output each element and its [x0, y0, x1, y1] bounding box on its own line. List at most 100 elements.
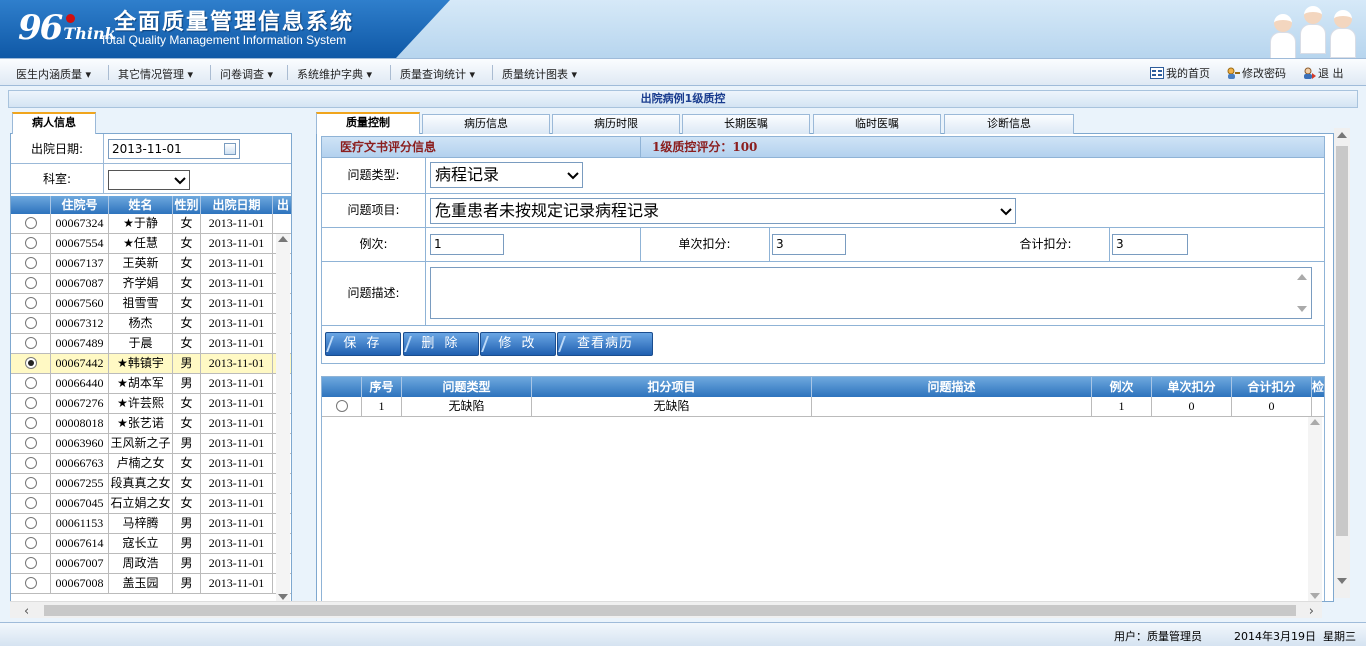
table-row[interactable]: 00067276 ★许芸熙女 2013-11-01 [11, 394, 291, 414]
tab-quality-control[interactable]: 质量控制 [316, 112, 420, 134]
row-radio[interactable] [24, 497, 37, 509]
nurses-illustration-icon [1268, 4, 1360, 62]
total-deduct-input[interactable]: 3 [1112, 234, 1188, 255]
table-row[interactable]: 00066440 ★胡本军男 2013-11-01 [11, 374, 291, 394]
calendar-icon[interactable] [224, 143, 236, 155]
menu-doctor-quality[interactable]: 医生内涵质量 ▾ [16, 66, 91, 82]
tab-record-time-limit[interactable]: 病历时限 [552, 114, 680, 134]
row-radio[interactable] [335, 400, 348, 412]
table-row[interactable]: 00067324 ★于静女 2013-11-01 [11, 214, 291, 234]
count-label: 例次: [322, 228, 426, 261]
view-record-button[interactable]: 查看病历 [557, 332, 653, 356]
horizontal-scrollbar-thumb[interactable] [44, 605, 1296, 616]
table-row[interactable]: 00063960 王风新之子男 2013-11-01 [11, 434, 291, 454]
row-radio[interactable] [24, 417, 37, 429]
row-radio[interactable] [24, 317, 37, 329]
menu-quality-charts[interactable]: 质量统计图表 ▾ [502, 66, 577, 82]
row-radio[interactable] [24, 377, 37, 389]
page-title: 出院病例1级质控 [8, 90, 1358, 108]
col-single-deduct[interactable]: 单次扣分 [1152, 377, 1232, 397]
main-scrollbar[interactable] [1334, 128, 1350, 598]
col-discharge-date[interactable]: 出院日期 [201, 196, 273, 214]
dept-row: 科室: [11, 164, 291, 194]
logout-link[interactable]: 退 出 [1302, 65, 1344, 81]
horizontal-scrollbar[interactable]: ‹ › [10, 601, 1322, 619]
problem-table-scrollbar[interactable] [1308, 417, 1322, 601]
main-scrollbar-thumb[interactable] [1336, 146, 1348, 536]
status-date: 2014年3月19日 星期三 [1234, 630, 1356, 643]
table-row[interactable]: 00067137 王英新女 2013-11-01 [11, 254, 291, 274]
table-row[interactable]: 00067087 齐学娟女 2013-11-01 [11, 274, 291, 294]
section-title: 医疗文书评分信息 [340, 140, 437, 154]
menu-questionnaire[interactable]: 问卷调查 ▾ [220, 66, 273, 82]
description-textarea[interactable] [430, 267, 1312, 319]
count-input[interactable]: 1 [430, 234, 504, 255]
delete-button[interactable]: 删 除 [403, 332, 479, 356]
patient-table-header: 住院号 姓名 性别 出院日期 出 [11, 196, 291, 214]
problem-type-select[interactable]: 病程记录 [430, 162, 583, 188]
row-radio[interactable] [24, 437, 37, 449]
col-total-deduct[interactable]: 合计扣分 [1232, 377, 1312, 397]
col-seq[interactable]: 序号 [362, 377, 402, 397]
row-radio[interactable] [24, 337, 37, 349]
tab-diagnosis-info[interactable]: 诊断信息 [944, 114, 1074, 134]
col-deduct-item[interactable]: 扣分项目 [532, 377, 812, 397]
table-row[interactable]: 00067442 ★韩镇宇男 2013-11-01 [11, 354, 291, 374]
change-password-link[interactable]: 修改密码 [1226, 65, 1286, 81]
home-page-icon [1150, 67, 1164, 79]
table-row[interactable]: 00067560 祖雪雪女 2013-11-01 [11, 294, 291, 314]
table-row[interactable]: 00066763 卢楠之女女 2013-11-01 [11, 454, 291, 474]
table-row[interactable]: 00067007 周政浩男 2013-11-01 [11, 554, 291, 574]
table-row[interactable]: 00061153 马梓腾男 2013-11-01 [11, 514, 291, 534]
menu-quality-query[interactable]: 质量查询统计 ▾ [400, 66, 475, 82]
menu-other-management[interactable]: 其它情况管理 ▾ [118, 66, 193, 82]
row-radio[interactable] [24, 257, 37, 269]
col-more[interactable]: 出 [273, 196, 291, 214]
problem-item-select[interactable]: 危重患者未按规定记录病程记录 [430, 198, 1016, 224]
table-row[interactable]: 1 无缺陷 无缺陷 1 0 0 [322, 397, 1324, 417]
row-radio[interactable] [24, 277, 37, 289]
table-row[interactable]: 00067614 寇长立男 2013-11-01 [11, 534, 291, 554]
table-row[interactable]: 00067045 石立娟之女女 2013-11-01 [11, 494, 291, 514]
single-deduct-input[interactable]: 3 [772, 234, 846, 255]
col-description[interactable]: 问题描述 [812, 377, 1092, 397]
row-radio[interactable] [24, 217, 37, 229]
row-radio[interactable] [24, 517, 37, 529]
row-radio[interactable] [24, 357, 37, 369]
row-radio[interactable] [24, 577, 37, 589]
tab-record-info[interactable]: 病历信息 [422, 114, 550, 134]
menu-system-dictionary[interactable]: 系统维护字典 ▾ [297, 66, 372, 82]
chevron-down-icon [174, 177, 186, 185]
save-button[interactable]: 保 存 [325, 332, 401, 356]
table-row[interactable]: 00067255 段真真之女女 2013-11-01 [11, 474, 291, 494]
row-radio[interactable] [24, 477, 37, 489]
table-row[interactable]: 00067312 杨杰女 2013-11-01 [11, 314, 291, 334]
row-radio[interactable] [24, 457, 37, 469]
logo-number: 96 [18, 8, 63, 48]
discharge-date-input[interactable]: 2013-11-01 [108, 139, 240, 159]
col-name[interactable]: 姓名 [109, 196, 173, 214]
row-radio[interactable] [24, 297, 37, 309]
col-check[interactable]: 检 [1312, 377, 1324, 397]
row-radio[interactable] [24, 537, 37, 549]
dept-select[interactable] [108, 170, 190, 190]
patient-list-scrollbar[interactable] [276, 234, 290, 601]
row-radio[interactable] [24, 237, 37, 249]
col-sex[interactable]: 性别 [173, 196, 201, 214]
col-problem-type[interactable]: 问题类型 [402, 377, 532, 397]
total-deduct-label: 合计扣分: [982, 228, 1110, 261]
table-row[interactable]: 00067489 于晨女 2013-11-01 [11, 334, 291, 354]
problem-table-header: 序号 问题类型 扣分项目 问题描述 例次 单次扣分 合计扣分 检 [322, 377, 1324, 397]
table-row[interactable]: 00067008 盖玉园男 2013-11-01 [11, 574, 291, 594]
col-inpatient-no[interactable]: 住院号 [51, 196, 109, 214]
modify-button[interactable]: 修 改 [480, 332, 556, 356]
home-link[interactable]: 我的首页 [1150, 65, 1210, 81]
tab-long-term-orders[interactable]: 长期医嘱 [682, 114, 810, 134]
tab-patient-info[interactable]: 病人信息 [12, 112, 96, 134]
table-row[interactable]: 00067554 ★任慧女 2013-11-01 [11, 234, 291, 254]
table-row[interactable]: 00008018 ★张艺诺女 2013-11-01 [11, 414, 291, 434]
row-radio[interactable] [24, 557, 37, 569]
tab-temporary-orders[interactable]: 临时医嘱 [813, 114, 941, 134]
row-radio[interactable] [24, 397, 37, 409]
col-count[interactable]: 例次 [1092, 377, 1152, 397]
